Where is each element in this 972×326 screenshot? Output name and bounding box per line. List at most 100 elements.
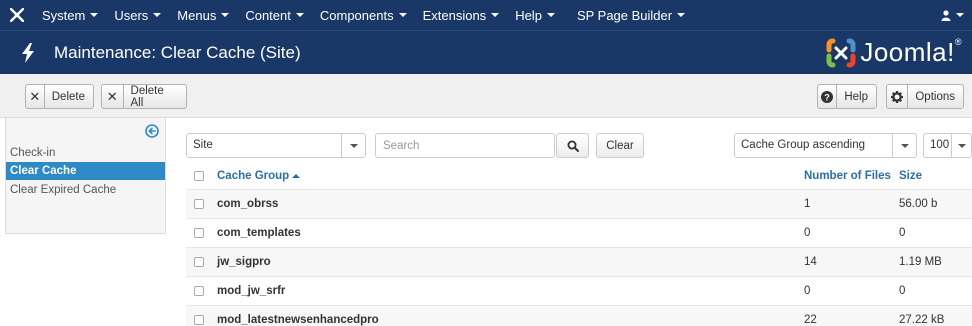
search-input[interactable] <box>375 133 555 158</box>
header-label: Cache Group <box>217 170 290 182</box>
delete-button[interactable]: ✕ Delete <box>25 84 94 109</box>
question-icon: ? <box>818 85 838 108</box>
menu-label: Content <box>245 7 291 23</box>
joomla-brand: Joomla!® <box>826 37 962 68</box>
menu-components[interactable]: Components <box>312 0 415 30</box>
close-icon: ✕ <box>26 85 45 108</box>
top-navbar: System Users Menus Content Components Ex… <box>0 0 972 30</box>
cache-size: 0 <box>899 285 906 297</box>
close-icon: ✕ <box>102 85 124 108</box>
client-select[interactable]: Site <box>186 133 366 158</box>
help-button[interactable]: ? Help <box>817 84 877 109</box>
sidebar-item-label: Clear Expired Cache <box>10 184 117 196</box>
page-header: Maintenance: Clear Cache (Site) Joomla!® <box>0 30 972 74</box>
chevron-down-icon <box>677 13 686 17</box>
lightning-icon <box>20 42 42 63</box>
help-label: Help <box>844 90 868 103</box>
sidebar: Check-in Clear Cache Clear Expired Cache <box>5 118 166 234</box>
sidebar-item-check-in[interactable]: Check-in <box>6 144 165 162</box>
number-of-files: 22 <box>804 314 817 326</box>
menu-label: Extensions <box>422 7 487 23</box>
chevron-down-icon <box>546 13 555 17</box>
cache-size: 56.00 b <box>899 198 938 210</box>
chevron-down-icon <box>153 13 162 17</box>
menu-extensions[interactable]: Extensions <box>415 0 508 30</box>
cache-group-name: com_obrss <box>217 198 279 210</box>
menu-content[interactable]: Content <box>237 0 312 30</box>
options-label: Options <box>915 90 955 103</box>
chevron-down-icon <box>341 134 365 157</box>
page-title: Maintenance: Clear Cache (Site) <box>54 42 301 62</box>
menu-system[interactable]: System <box>34 0 106 30</box>
list-limit-select[interactable]: 100 <box>923 133 972 158</box>
menu-label: Components <box>319 7 394 23</box>
table-header-row: Cache Group Number of Files Size <box>186 163 972 189</box>
search-icon <box>567 140 579 152</box>
menu-help[interactable]: Help <box>507 0 563 30</box>
chevron-down-icon <box>221 13 230 17</box>
user-menu[interactable] <box>941 0 964 30</box>
cache-group-name: mod_jw_srfr <box>217 285 286 297</box>
toolbar: ✕ Delete ✕ Delete All ? Help Options <box>0 74 972 118</box>
brand-name: Joomla!® <box>860 37 962 67</box>
user-icon <box>941 9 951 21</box>
options-button[interactable]: Options <box>886 84 964 109</box>
joomla-icon[interactable] <box>0 0 34 30</box>
chevron-down-icon <box>398 13 407 17</box>
sort-cache-group-header[interactable]: Cache Group <box>217 163 301 189</box>
cache-group-name: mod_latestnewsenhancedpro <box>217 314 379 326</box>
delete-all-button[interactable]: ✕ Delete All <box>101 84 187 109</box>
collapse-sidebar-icon[interactable] <box>145 124 159 138</box>
number-of-files: 0 <box>804 227 811 239</box>
svg-text:?: ? <box>824 92 830 102</box>
ordering-select[interactable]: Cache Group ascending <box>734 133 917 158</box>
chevron-down-icon <box>90 13 99 17</box>
menu-label: Menus <box>177 7 217 23</box>
sidebar-item-label: Clear Cache <box>10 165 77 177</box>
sort-ascending-icon <box>292 173 301 178</box>
menu-menus[interactable]: Menus <box>169 0 237 30</box>
sidebar-item-label: Check-in <box>10 147 56 159</box>
cache-size: 0 <box>899 227 906 239</box>
chevron-down-icon <box>892 134 916 157</box>
table-row: jw_sigpro 14 1.19 MB <box>186 247 972 276</box>
cache-size: 27.22 kB <box>899 314 945 326</box>
delete-label: Delete <box>51 90 85 103</box>
gear-icon <box>887 85 909 108</box>
chevron-down-icon <box>956 13 964 17</box>
cache-group-name: jw_sigpro <box>217 256 271 268</box>
chevron-down-icon <box>295 13 304 17</box>
registered-mark: ® <box>954 37 962 47</box>
menu-users[interactable]: Users <box>106 0 169 30</box>
menu-label: System <box>42 7 86 23</box>
menu-label: Users <box>114 7 149 23</box>
cache-table: Cache Group Number of Files Size com_obr… <box>186 163 972 326</box>
table-row: com_obrss 1 56.00 b <box>186 189 972 218</box>
menu-label: SP Page Builder <box>576 7 673 23</box>
delete-all-label: Delete All <box>130 84 164 109</box>
row-checkbox[interactable] <box>194 315 204 325</box>
menu-label: Help <box>515 7 542 23</box>
table-row: mod_jw_srfr 0 0 <box>186 276 972 305</box>
chevron-down-icon <box>491 13 500 17</box>
number-of-files: 0 <box>804 285 811 297</box>
list-limit-value: 100 <box>930 139 950 151</box>
chevron-down-icon <box>951 134 971 157</box>
clear-label: Clear <box>606 139 634 152</box>
row-checkbox[interactable] <box>194 199 204 209</box>
sidebar-item-clear-expired-cache[interactable]: Clear Expired Cache <box>6 181 165 199</box>
clear-button[interactable]: Clear <box>596 133 644 158</box>
select-all-checkbox[interactable] <box>194 171 204 181</box>
row-checkbox[interactable] <box>194 286 204 296</box>
sort-number-of-files-header[interactable]: Number of Files <box>804 163 891 189</box>
number-of-files: 1 <box>804 198 811 210</box>
row-checkbox[interactable] <box>194 257 204 267</box>
table-row: mod_latestnewsenhancedpro 22 27.22 kB <box>186 305 972 326</box>
menu-sp-page-builder[interactable]: SP Page Builder <box>569 0 693 30</box>
sort-size-header[interactable]: Size <box>899 163 922 189</box>
table-row: com_templates 0 0 <box>186 218 972 247</box>
row-checkbox[interactable] <box>194 228 204 238</box>
search-button[interactable] <box>556 133 589 158</box>
sidebar-item-clear-cache[interactable]: Clear Cache <box>6 162 165 180</box>
ordering-select-value: Cache Group ascending <box>741 139 866 151</box>
